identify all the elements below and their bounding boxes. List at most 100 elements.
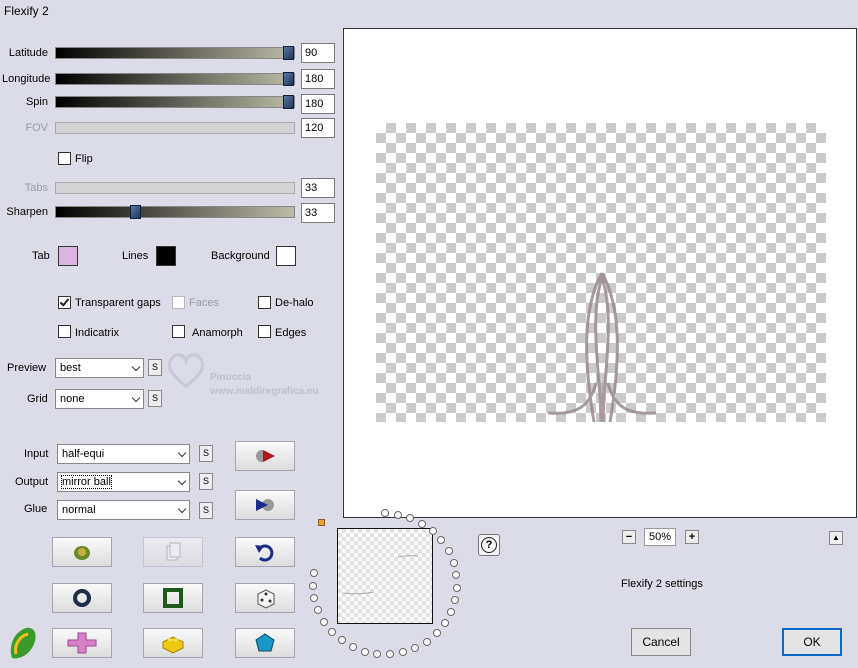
spin-slider[interactable] [55,95,295,109]
dial-dot[interactable] [452,570,461,579]
tab-color-swatch[interactable] [58,246,78,266]
dial-dot[interactable] [309,581,318,590]
dial-dot[interactable] [348,643,357,652]
tabs-slider [55,182,295,194]
grid-select-value: none [60,393,85,405]
longitude-slider[interactable] [55,72,295,86]
output-select-label: Output [15,476,49,488]
dial-dot[interactable] [309,568,318,577]
lines-color-swatch[interactable] [156,246,176,266]
dial-dot[interactable] [393,510,402,519]
dial-dot[interactable] [444,546,453,555]
dial-dot[interactable] [440,619,449,628]
lego-brick-icon [162,636,184,654]
dial-dot[interactable] [310,594,319,603]
help-icon: ? [481,537,497,553]
sharpen-field[interactable]: 33 [301,203,335,223]
longitude-label: Longitude [2,73,51,85]
collapse-up-button[interactable]: ▲ [829,531,843,545]
zoom-in-button[interactable]: + [685,530,699,544]
dial-dot[interactable] [446,608,455,617]
glue-select[interactable]: normal [57,500,190,520]
preview-canvas[interactable] [343,28,857,518]
sharpen-label: Sharpen [6,206,48,218]
output-s-button[interactable]: S [199,473,213,490]
zoom-level-field[interactable]: 50% [644,528,676,546]
glue-select-value: normal [62,504,96,516]
de-halo-label: De-halo [275,297,314,309]
dial-dot[interactable] [418,519,427,528]
dial-dot[interactable] [328,627,337,636]
navigator-thumbnail[interactable] [337,528,433,624]
undo-arrow-icon [255,544,274,562]
ok-button[interactable]: OK [782,628,842,656]
frame-shape-button[interactable] [143,583,203,613]
chevron-down-icon [177,476,187,486]
grid-s-button[interactable]: S [148,390,162,407]
dial-dot[interactable] [451,596,460,605]
tabs-field: 33 [301,178,335,198]
zoom-out-button[interactable]: − [622,530,636,544]
cancel-button[interactable]: Cancel [631,628,691,656]
dial-dot[interactable] [386,650,395,659]
input-select[interactable]: half-equi [57,444,190,464]
anamorph-checkbox[interactable] [172,325,185,338]
cross-shape-button[interactable] [52,628,112,658]
brick-shape-button[interactable] [143,628,203,658]
dial-dot[interactable] [314,606,323,615]
spin-slider-thumb[interactable] [283,95,294,109]
sharpen-slider-thumb[interactable] [130,205,141,219]
latitude-slider-thumb[interactable] [283,46,294,60]
grid-select[interactable]: none [55,389,144,409]
ring-shape-button[interactable] [52,583,112,613]
background-color-swatch[interactable] [276,246,296,266]
latitude-field[interactable]: 90 [301,43,335,63]
dial-dot[interactable] [360,647,369,656]
dial-marker[interactable] [318,519,325,526]
dial-dot[interactable] [406,513,415,522]
dial-dot[interactable] [399,648,408,657]
dial-dot[interactable] [452,583,461,592]
render-forward-button[interactable] [235,441,295,471]
dial-dot[interactable] [428,527,437,536]
fov-field: 120 [301,118,335,138]
help-button[interactable]: ? [478,534,500,556]
transparent-gaps-label: Transparent gaps [75,297,161,309]
polyhedron-shape-button[interactable] [235,628,295,658]
render-back-button[interactable] [235,490,295,520]
fov-label: FOV [25,122,48,134]
input-select-label: Input [24,448,49,460]
dial-dot[interactable] [449,558,458,567]
preview-render [547,272,657,423]
preview-select-label: Preview [7,362,47,374]
de-halo-checkbox[interactable] [258,296,271,309]
ring-icon [73,589,91,607]
undo-button[interactable] [235,537,295,567]
longitude-field[interactable]: 180 [301,69,335,89]
dial-dot[interactable] [432,629,441,638]
grid-select-label: Grid [27,393,48,405]
output-select[interactable]: mirror ball [57,472,190,492]
preview-s-button[interactable]: S [148,359,162,376]
flip-checkbox[interactable] [58,152,71,165]
longitude-slider-thumb[interactable] [283,72,294,86]
spin-field[interactable]: 180 [301,94,335,114]
sharpen-slider[interactable] [55,205,295,219]
edges-checkbox[interactable] [258,325,271,338]
dial-dot[interactable] [337,636,346,645]
dial-dot[interactable] [320,617,329,626]
random-button[interactable] [235,583,295,613]
dial-dot[interactable] [373,650,382,659]
load-image-button[interactable] [52,537,112,567]
indicatrix-checkbox[interactable] [58,325,71,338]
window-title: Flexify 2 [4,4,49,18]
transparent-gaps-checkbox[interactable] [58,296,71,309]
preview-select[interactable]: best [55,358,144,378]
input-s-button[interactable]: S [199,445,213,462]
input-select-value: half-equi [62,448,105,460]
latitude-slider[interactable] [55,46,295,60]
glue-s-button[interactable]: S [199,502,213,519]
dial-dot[interactable] [437,536,446,545]
dial-dot[interactable] [422,637,431,646]
dial-dot[interactable] [411,643,420,652]
